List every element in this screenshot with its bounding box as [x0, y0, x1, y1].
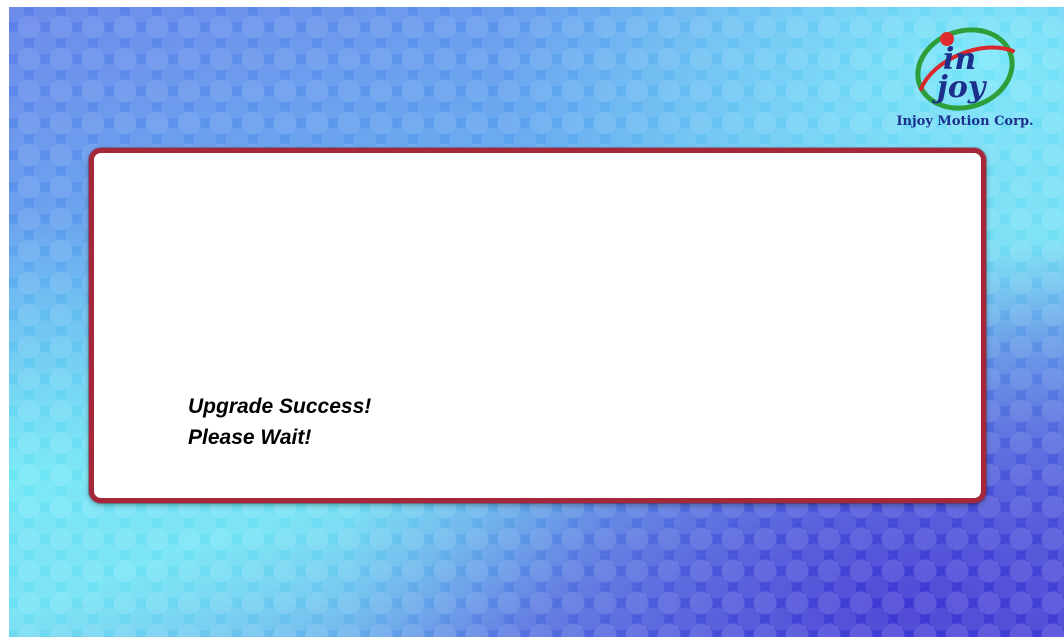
injoy-logo-icon: in joy: [915, 27, 1015, 111]
brand-logo: in joy Injoy Motion Corp.: [875, 19, 1055, 131]
status-dialog: Upgrade Success! Please Wait!: [89, 148, 986, 503]
status-line-wait: Please Wait!: [188, 426, 312, 449]
status-message: Upgrade Success! Please Wait!: [188, 391, 371, 453]
status-line-success: Upgrade Success!: [188, 395, 372, 418]
logo-mark-joy: joy: [932, 70, 988, 105]
company-name: Injoy Motion Corp.: [896, 114, 1034, 129]
upgrade-screen: in joy Injoy Motion Corp. Upgrade Succes…: [9, 7, 1064, 637]
